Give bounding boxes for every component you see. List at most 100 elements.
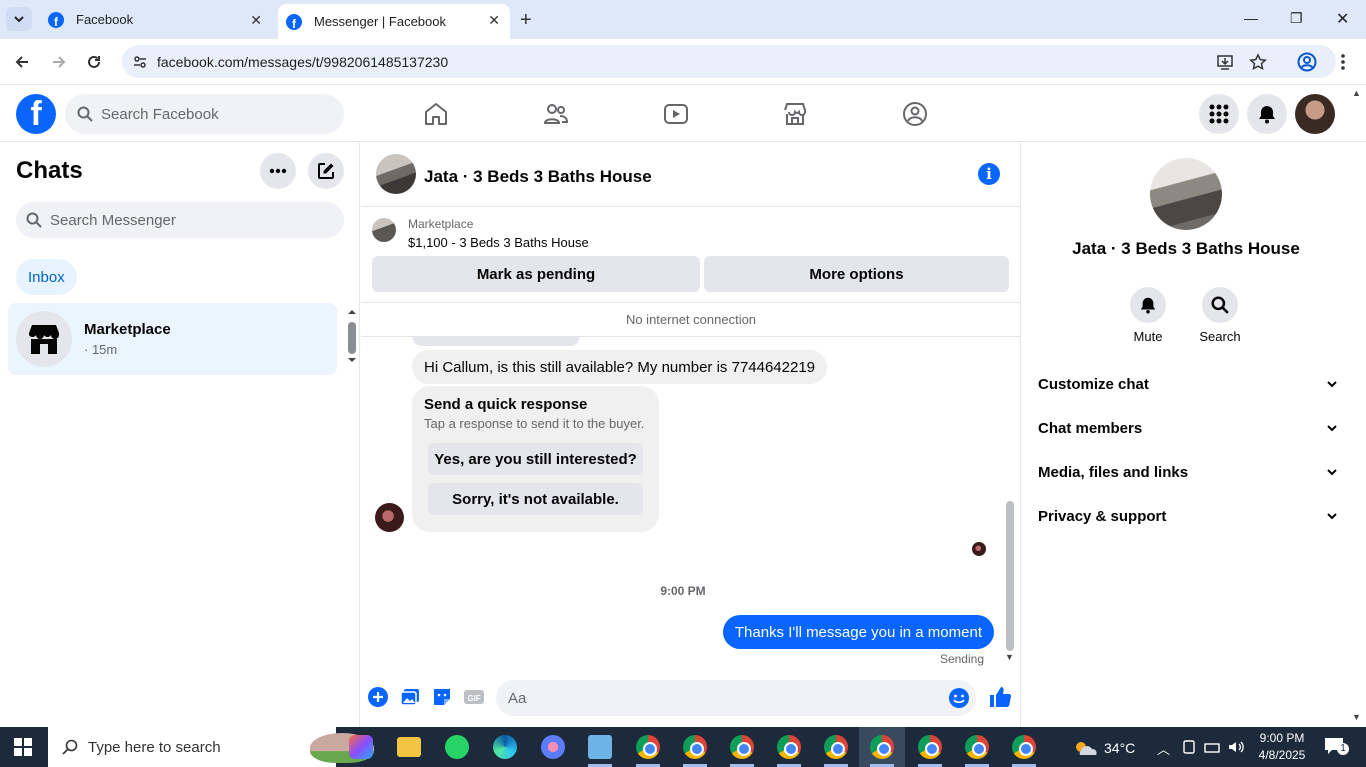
quick-response-option[interactable]: Sorry, it's not available. xyxy=(428,483,643,515)
tab-facebook[interactable]: f Facebook ✕ xyxy=(40,0,272,39)
back-button[interactable] xyxy=(11,51,33,73)
marketplace-icon[interactable] xyxy=(782,101,808,127)
notepad-icon[interactable] xyxy=(588,735,612,759)
chevron-down-icon xyxy=(1327,513,1337,520)
menu-button[interactable] xyxy=(1199,94,1239,134)
url-text: facebook.com/messages/t/9982061485137230 xyxy=(157,54,449,70)
windows-start-icon[interactable] xyxy=(14,738,32,756)
chrome-profile-icon[interactable] xyxy=(965,735,989,759)
chrome-profile-icon[interactable] xyxy=(683,735,707,759)
outgoing-message[interactable]: Thanks I'll message you in a moment xyxy=(722,615,994,649)
chrome-profile-icon[interactable] xyxy=(824,735,848,759)
gif-icon[interactable]: GIF xyxy=(463,686,485,708)
minimize-button[interactable]: — xyxy=(1244,10,1258,26)
quick-response-option[interactable]: Yes, are you still interested? xyxy=(428,443,643,475)
search-in-conversation-button[interactable]: Search xyxy=(1190,287,1250,344)
facebook-logo-icon[interactable]: f xyxy=(16,94,56,134)
notifications-button[interactable] xyxy=(1247,94,1287,134)
page-scroll-up-arrow-icon[interactable]: ▲ xyxy=(1352,88,1361,98)
edge-icon[interactable] xyxy=(493,735,517,759)
section-label: Chat members xyxy=(1038,419,1143,437)
conversation-scrollbar[interactable] xyxy=(1006,501,1014,651)
app-icon[interactable] xyxy=(541,735,565,759)
profile-avatar[interactable] xyxy=(1295,94,1335,134)
scroll-down-arrow-icon[interactable]: ▼ xyxy=(1005,652,1014,662)
groups-icon[interactable] xyxy=(902,101,928,127)
address-bar[interactable]: facebook.com/messages/t/9982061485137230 xyxy=(122,45,1336,78)
battery-icon[interactable] xyxy=(1182,740,1196,754)
plus-circle-icon[interactable] xyxy=(367,686,389,708)
conversation-info-title: Jata · 3 Beds 3 Baths House xyxy=(1072,239,1300,258)
forward-button[interactable] xyxy=(48,51,70,73)
tab-messenger[interactable]: f Messenger | Facebook ✕ xyxy=(278,4,510,39)
home-icon[interactable] xyxy=(423,101,449,127)
search-icon xyxy=(62,739,78,755)
conversation-info-avatar[interactable] xyxy=(1150,158,1222,230)
tab-search-button[interactable] xyxy=(6,7,32,31)
close-window-button[interactable]: ✕ xyxy=(1336,9,1349,29)
taskbar-search-input[interactable]: Type here to search xyxy=(48,727,374,767)
file-explorer-icon[interactable] xyxy=(397,737,421,757)
incoming-message[interactable]: Hi Callum, is this still available? My n… xyxy=(412,350,828,384)
page-scroll-down-arrow-icon[interactable]: ▼ xyxy=(1352,712,1361,722)
bookmark-star-icon[interactable] xyxy=(1249,53,1267,71)
more-vertical-icon[interactable] xyxy=(1336,52,1350,72)
chrome-profile-icon[interactable] xyxy=(730,735,754,759)
whatsapp-icon[interactable] xyxy=(445,735,469,759)
new-message-button[interactable] xyxy=(308,153,344,189)
listing-title[interactable]: $1,100 - 3 Beds 3 Baths House xyxy=(408,235,589,250)
sticker-icon[interactable] xyxy=(431,686,453,708)
thumbs-up-icon[interactable] xyxy=(988,685,1012,709)
customize-chat-section[interactable]: Customize chat xyxy=(1038,372,1338,396)
taskbar-clock[interactable]: 9:00 PM 4/8/2025 xyxy=(1252,730,1312,764)
profile-icon[interactable] xyxy=(1297,52,1317,72)
mute-button[interactable]: Mute xyxy=(1118,287,1178,344)
privacy-support-section[interactable]: Privacy & support xyxy=(1038,504,1338,528)
message-input[interactable]: Aa xyxy=(496,680,976,716)
message-bubble-partial xyxy=(412,336,580,346)
sender-avatar[interactable] xyxy=(375,503,404,532)
notification-center-button[interactable]: 1 xyxy=(1324,737,1349,757)
show-hidden-icons-chevron-up-icon[interactable]: ︿ xyxy=(1157,739,1170,758)
inbox-filter-chip[interactable]: Inbox xyxy=(16,259,77,295)
chats-options-button[interactable] xyxy=(260,153,296,189)
chrome-icon[interactable] xyxy=(636,735,660,759)
new-tab-button[interactable]: + xyxy=(520,9,532,32)
listing-thumbnail[interactable] xyxy=(372,218,396,242)
reload-button[interactable] xyxy=(83,51,105,73)
chrome-profile-icon[interactable] xyxy=(918,735,942,759)
site-settings-icon[interactable] xyxy=(132,54,148,70)
sidebar-scrollbar[interactable] xyxy=(346,306,358,366)
copilot-icon[interactable] xyxy=(349,735,373,759)
chat-members-section[interactable]: Chat members xyxy=(1038,416,1338,440)
messenger-search-input[interactable]: Search Messenger xyxy=(16,202,344,238)
friends-icon[interactable] xyxy=(543,101,569,127)
emoji-icon[interactable] xyxy=(948,687,970,709)
close-tab-icon[interactable]: ✕ xyxy=(488,12,500,29)
message-input-placeholder: Aa xyxy=(508,689,527,707)
info-icon[interactable]: i xyxy=(978,163,1000,185)
photo-icon[interactable] xyxy=(399,686,421,708)
weather-widget[interactable]: 34°C xyxy=(1072,739,1135,757)
conversation-title[interactable]: Jata · 3 Beds 3 Baths House xyxy=(424,167,652,187)
volume-icon[interactable] xyxy=(1228,740,1244,754)
chevron-down-icon xyxy=(1327,425,1337,432)
chrome-profile-icon[interactable] xyxy=(1012,735,1036,759)
media-files-links-section[interactable]: Media, files and links xyxy=(1038,460,1338,484)
close-tab-icon[interactable]: ✕ xyxy=(250,12,262,29)
section-label: Privacy & support xyxy=(1038,507,1167,525)
video-icon[interactable] xyxy=(663,101,689,127)
conversation-header: Jata · 3 Beds 3 Baths House i xyxy=(361,143,1021,207)
more-options-button[interactable]: More options xyxy=(704,256,1009,292)
mark-as-pending-button[interactable]: Mark as pending xyxy=(372,256,700,292)
chrome-profile-icon[interactable] xyxy=(870,735,894,759)
chat-list-item[interactable]: Marketplace · 15m xyxy=(8,303,337,375)
conversation-avatar[interactable] xyxy=(376,154,416,194)
maximize-button[interactable]: ❐ xyxy=(1290,10,1303,27)
chrome-profile-icon[interactable] xyxy=(777,735,801,759)
chevron-down-icon xyxy=(1327,381,1337,388)
install-app-icon[interactable] xyxy=(1216,53,1234,71)
facebook-search-input[interactable]: Search Facebook xyxy=(65,94,344,134)
network-icon[interactable] xyxy=(1204,740,1220,754)
facebook-favicon-icon: f xyxy=(286,13,302,30)
